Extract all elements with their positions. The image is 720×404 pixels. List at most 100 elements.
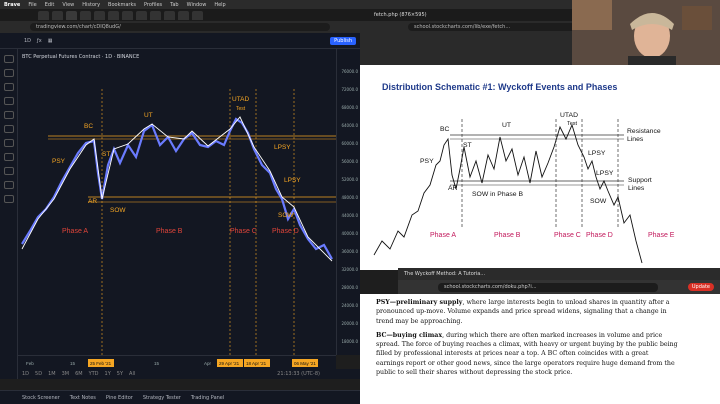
browser-tab[interactable] — [178, 10, 189, 20]
sch-label-lpsy-2: LPSY — [596, 170, 614, 177]
label-sow: SOW — [110, 207, 126, 214]
range-3m[interactable]: 3M — [62, 371, 70, 377]
menu-help[interactable]: Help — [214, 2, 225, 8]
tv-toolbar: 1D ƒx ▦ Publish — [0, 33, 360, 49]
browser-tab[interactable] — [136, 10, 147, 20]
panel-trading[interactable]: Trading Panel — [191, 395, 224, 401]
time-tick: Apr — [204, 361, 212, 366]
label-bc: BC — [84, 123, 93, 130]
time-axis-svg: Feb 15 25 Feb '21 15 Apr 29 Apr '21 18 A… — [26, 359, 318, 367]
magnet-tool-icon[interactable] — [3, 153, 14, 161]
overlay-url-field[interactable]: school.stockcharts.com/doku.php?i... — [438, 282, 658, 292]
app-menu[interactable]: Brave — [4, 2, 20, 8]
distribution-schematic: Distribution Schematic #1: Wyckoff Event… — [360, 65, 720, 270]
browser-tab[interactable] — [38, 10, 49, 20]
left-address-bar: tradingview.com/chart/cDIQ8udG/ — [0, 21, 360, 33]
price-tick: 76000.0 — [341, 69, 358, 74]
sch-label-phase-d: Phase D — [586, 232, 613, 239]
time-marker: 18 Apr '21 — [246, 361, 267, 366]
browser-tab[interactable] — [192, 10, 203, 20]
update-button[interactable]: Update — [687, 283, 714, 291]
label-sow-2: SOW — [278, 212, 294, 219]
menu-file[interactable]: File — [28, 2, 36, 8]
zoom-tool-icon[interactable] — [3, 139, 14, 147]
browser-tab[interactable] — [52, 10, 63, 20]
menu-view[interactable]: View — [62, 2, 74, 8]
crosshair-tool-icon[interactable] — [3, 55, 14, 63]
fib-tool-icon[interactable] — [3, 83, 14, 91]
label-phase-b: Phase B — [156, 228, 183, 235]
range-5d[interactable]: 5D — [35, 371, 42, 377]
browser-tab[interactable] — [150, 10, 161, 20]
trendline-tool-icon[interactable] — [3, 69, 14, 77]
sch-label-phase-e: Phase E — [648, 232, 675, 239]
price-series — [21, 117, 333, 260]
trash-tool-icon[interactable] — [3, 195, 14, 203]
sch-label-phase-c: Phase C — [554, 232, 581, 239]
price-tick: 68000.0 — [341, 105, 358, 110]
price-tick: 24000.0 — [341, 303, 358, 308]
sch-label-utad: UTAD — [560, 112, 578, 119]
panel-stock-screener[interactable]: Stock Screener — [22, 395, 60, 401]
sch-label-lpsy: LPSY — [588, 150, 606, 157]
right-tab-title[interactable]: fetch.php (876×595) — [374, 12, 427, 18]
range-1d[interactable]: 1D — [22, 371, 29, 377]
publish-button[interactable]: Publish — [330, 36, 356, 45]
measure-tool-icon[interactable] — [3, 125, 14, 133]
range-ytd[interactable]: YTD — [89, 371, 99, 377]
range-6m[interactable]: 6M — [75, 371, 83, 377]
date-range-bar: 1D 5D 1M 3M 6M YTD 1Y 5Y All 21:13:33 (U… — [18, 369, 360, 379]
menu-window[interactable]: Window — [187, 2, 207, 8]
left-url-field[interactable]: tradingview.com/chart/cDIQ8udG/ — [30, 23, 330, 31]
browser-tab[interactable] — [80, 10, 91, 20]
browser-tab[interactable] — [122, 10, 133, 20]
left-tab-strip — [0, 9, 360, 21]
browser-tab[interactable] — [108, 10, 119, 20]
sch-label-bc: BC — [440, 126, 450, 133]
tv-drawing-tools — [0, 49, 18, 379]
sch-label-ar: AR — [448, 185, 458, 192]
menu-tab[interactable]: Tab — [170, 2, 178, 8]
schematic-title: Distribution Schematic #1: Wyckoff Event… — [382, 82, 617, 92]
tv-indicators[interactable]: ƒx — [37, 38, 42, 44]
menu-bookmarks[interactable]: Bookmarks — [108, 2, 136, 8]
panel-text-notes[interactable]: Text Notes — [70, 395, 96, 401]
time-marker: 06 May '21 — [294, 361, 316, 366]
menu-edit[interactable]: Edit — [45, 2, 55, 8]
tv-chart-pane[interactable]: BTC Perpetual Futures Contract · 1D · BI… — [18, 49, 336, 355]
range-5y[interactable]: 5Y — [117, 371, 123, 377]
sch-label-psy: PSY — [420, 158, 434, 165]
price-tick: 60000.0 — [341, 141, 358, 146]
tv-interval[interactable]: 1D — [24, 38, 31, 44]
pattern-tool-icon[interactable] — [3, 97, 14, 105]
text-tool-icon[interactable] — [3, 111, 14, 119]
symbol-title: BTC Perpetual Futures Contract · 1D · BI… — [22, 54, 139, 60]
price-axis[interactable]: 76000.0 72000.0 68000.0 64000.0 60000.0 … — [336, 49, 360, 355]
overlay-tab-strip: The Wyckoff Method: A Tutoria... — [398, 268, 720, 280]
sch-label-st: ST — [463, 142, 472, 149]
menu-history[interactable]: History — [82, 2, 100, 8]
lock-tool-icon[interactable] — [3, 167, 14, 175]
sch-label-sow-phase-b: SOW in Phase B — [472, 191, 523, 198]
eye-tool-icon[interactable] — [3, 181, 14, 189]
range-1y[interactable]: 1Y — [105, 371, 111, 377]
time-axis[interactable]: Feb 15 25 Feb '21 15 Apr 29 Apr '21 18 A… — [18, 355, 336, 369]
panel-pine-editor[interactable]: Pine Editor — [106, 395, 133, 401]
time-tick: 15 — [70, 361, 76, 366]
range-all[interactable]: All — [129, 371, 135, 377]
overlay-tab-title[interactable]: The Wyckoff Method: A Tutoria... — [404, 271, 485, 277]
browser-tab[interactable] — [66, 10, 77, 20]
menu-profiles[interactable]: Profiles — [144, 2, 162, 8]
price-tick: 72000.0 — [341, 87, 358, 92]
tv-layout[interactable]: ▦ — [48, 38, 53, 44]
label-phase-c: Phase C — [230, 228, 257, 235]
bc-term: BC—buying climax — [376, 331, 443, 339]
sch-label-phase-b: Phase B — [494, 232, 521, 239]
sch-label-resistance: Resistance — [627, 128, 661, 135]
browser-tab[interactable] — [94, 10, 105, 20]
browser-tab[interactable] — [164, 10, 175, 20]
panel-strategy-tester[interactable]: Strategy Tester — [143, 395, 181, 401]
price-tick: 64000.0 — [341, 123, 358, 128]
range-1m[interactable]: 1M — [48, 371, 56, 377]
time-tick: 15 — [154, 361, 160, 366]
